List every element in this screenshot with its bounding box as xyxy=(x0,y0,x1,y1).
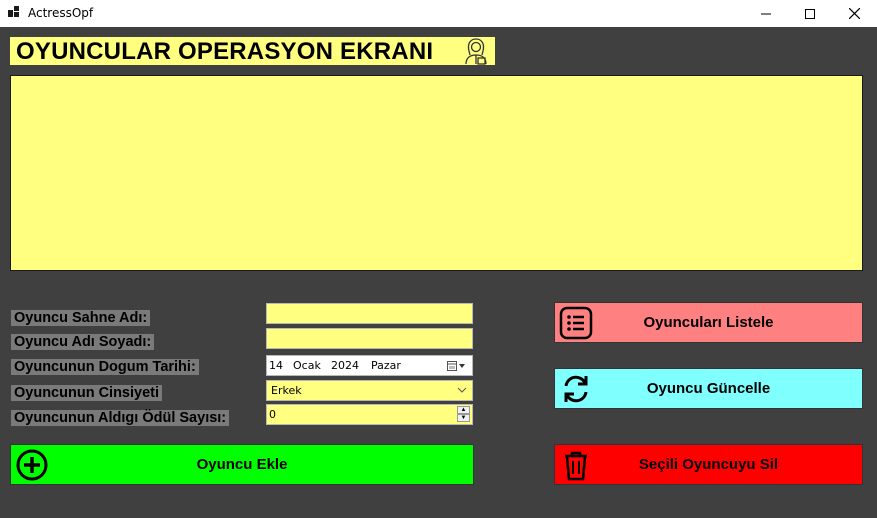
title-bar: ActressOpf xyxy=(0,0,877,27)
maximize-icon xyxy=(805,8,815,19)
gender-value: Erkek xyxy=(271,384,302,397)
add-circle-icon xyxy=(16,449,48,480)
stage-name-field[interactable] xyxy=(266,303,473,324)
page-header: OYUNCULAR OPERASYON EKRANI xyxy=(10,37,495,65)
delete-actor-button[interactable]: Seçili Oyuncuyu Sil xyxy=(554,444,863,485)
trash-icon xyxy=(565,451,587,480)
maximize-button[interactable] xyxy=(787,0,833,27)
awards-spinner[interactable]: 0 ▲ ▼ xyxy=(266,404,473,425)
chevron-down-icon[interactable] xyxy=(457,387,467,394)
calendar-icon[interactable] xyxy=(447,360,467,372)
add-actor-button[interactable]: Oyuncu Ekle xyxy=(10,444,474,485)
list-actors-button[interactable]: Oyuncuları Listele xyxy=(554,302,863,343)
app-icon xyxy=(8,6,19,17)
minimize-button[interactable] xyxy=(743,0,789,27)
window-title: ActressOpf xyxy=(28,6,94,20)
add-actor-label: Oyuncu Ekle xyxy=(196,456,288,473)
spinner-buttons: ▲ ▼ xyxy=(457,406,470,423)
birth-day: 14 xyxy=(269,359,283,372)
actress-icon xyxy=(465,38,487,65)
stage-name-input[interactable] xyxy=(267,304,472,323)
birth-date-picker[interactable]: 14 Ocak 2024 Pazar xyxy=(266,355,473,376)
actors-data-grid[interactable] xyxy=(10,75,863,271)
awards-label: Oyuncunun Aldıgı Ödül Sayısı: xyxy=(11,410,230,426)
delete-actor-label: Seçili Oyuncuyu Sil xyxy=(638,456,779,473)
refresh-icon xyxy=(564,375,588,402)
spinner-down-icon[interactable]: ▼ xyxy=(457,414,470,422)
birth-date-label: Oyuncunun Dogum Tarihi: xyxy=(11,359,199,375)
spinner-up-icon[interactable]: ▲ xyxy=(457,406,470,414)
update-actor-label: Oyuncu Güncelle xyxy=(646,380,771,397)
gender-label: Oyuncunun Cinsiyeti xyxy=(11,385,163,401)
birth-year: 2024 xyxy=(331,359,359,372)
minimize-icon xyxy=(761,13,771,14)
birth-weekday: Pazar xyxy=(371,359,401,372)
gender-combobox[interactable]: Erkek xyxy=(266,380,473,401)
full-name-input[interactable] xyxy=(267,329,472,348)
close-icon xyxy=(848,8,860,19)
full-name-label: Oyuncu Adı Soyadı: xyxy=(11,334,155,350)
list-icon xyxy=(559,306,593,339)
stage-name-label: Oyuncu Sahne Adı: xyxy=(11,310,151,326)
update-actor-button[interactable]: Oyuncu Güncelle xyxy=(554,368,863,409)
awards-value: 0 xyxy=(269,408,276,421)
birth-month: Ocak xyxy=(293,359,321,372)
close-button[interactable] xyxy=(831,0,877,27)
full-name-field[interactable] xyxy=(266,328,473,349)
list-actors-label: Oyuncuları Listele xyxy=(643,314,774,331)
page-title: OYUNCULAR OPERASYON EKRANI xyxy=(16,38,434,65)
